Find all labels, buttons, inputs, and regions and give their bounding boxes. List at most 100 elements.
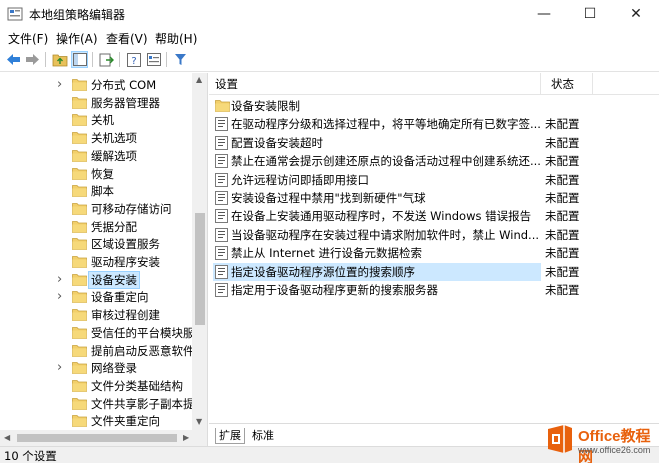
list-folder-row[interactable]: 设备安装限制 bbox=[213, 97, 653, 115]
tab-standard[interactable]: 标准 bbox=[249, 428, 277, 444]
minimize-button[interactable]: — bbox=[521, 0, 567, 28]
maximize-button[interactable]: ☐ bbox=[567, 0, 613, 28]
up-folder-icon[interactable] bbox=[51, 51, 68, 68]
policy-row[interactable]: 当设备驱动程序在安装过程中请求附加软件时，禁止 Wind... 未配置 bbox=[213, 226, 653, 244]
row-main-cell[interactable]: 设备安装限制 bbox=[213, 97, 541, 115]
policy-setting-icon bbox=[215, 191, 228, 205]
row-state: 未配置 bbox=[545, 264, 580, 279]
tree-vertical-scrollbar[interactable]: ▲ ▼ bbox=[192, 73, 207, 430]
row-label: 允许远程访问即插即用接口 bbox=[231, 172, 369, 187]
tree-item[interactable]: › 设备重定向 bbox=[0, 288, 192, 306]
row-label: 在设备上安装通用驱动程序时，不发送 Windows 错误报告 bbox=[231, 209, 532, 224]
menu-view[interactable]: 查看(V) bbox=[106, 30, 148, 47]
policy-row[interactable]: 配置设备安装超时 未配置 bbox=[213, 134, 653, 152]
policy-row[interactable]: 允许远程访问即插即用接口 未配置 bbox=[213, 171, 653, 189]
chevron-right-icon[interactable]: › bbox=[57, 361, 67, 374]
policy-row[interactable]: 安装设备过程中禁用"找到新硬件"气球 未配置 bbox=[213, 189, 653, 207]
scroll-right-icon[interactable]: ▶ bbox=[183, 433, 189, 442]
tree-item[interactable]: › 设备安装 bbox=[0, 270, 192, 289]
tree-item-label: 受信任的平台模块服务 bbox=[91, 325, 206, 340]
folder-icon bbox=[72, 113, 87, 127]
policy-row[interactable]: 指定设备驱动程序源位置的搜索顺序 未配置 bbox=[213, 262, 653, 281]
export-list-icon[interactable] bbox=[98, 51, 115, 68]
close-button[interactable]: ✕ bbox=[613, 0, 659, 28]
tree-item-label: 可移动存储访问 bbox=[91, 201, 172, 216]
scroll-up-icon[interactable]: ▲ bbox=[196, 75, 202, 84]
chevron-right-icon[interactable]: › bbox=[57, 78, 67, 91]
folder-icon bbox=[72, 167, 87, 180]
policy-row[interactable]: 在设备上安装通用驱动程序时，不发送 Windows 错误报告 未配置 bbox=[213, 207, 653, 225]
scroll-down-icon[interactable]: ▼ bbox=[196, 417, 202, 426]
tree-item[interactable]: 文件分类基础结构 bbox=[0, 377, 192, 395]
tree-item[interactable]: 脚本 bbox=[0, 182, 192, 200]
folder-icon bbox=[72, 202, 87, 215]
tree-item[interactable]: 缓解选项 bbox=[0, 147, 192, 165]
toolbar-separator bbox=[166, 52, 167, 67]
folder-icon bbox=[72, 184, 87, 198]
tree-item[interactable]: 驱动程序安装 bbox=[0, 253, 192, 271]
policy-row[interactable]: 在驱动程序分级和选择过程中，将平等地确定所有已数字签... 未配置 bbox=[213, 115, 653, 133]
row-main-cell[interactable]: 安装设备过程中禁用"找到新硬件"气球 bbox=[213, 189, 541, 207]
row-main-cell[interactable]: 禁止在通常会提示创建还原点的设备活动过程中创建系统还... bbox=[213, 152, 541, 170]
tab-extended[interactable]: 扩展 bbox=[215, 428, 245, 444]
tree-item-label: 关机选项 bbox=[91, 131, 137, 146]
tree-horizontal-scrollbar[interactable]: ◀ ▶ bbox=[0, 430, 208, 446]
filter-icon[interactable] bbox=[172, 51, 189, 68]
scroll-left-icon[interactable]: ◀ bbox=[4, 433, 10, 442]
tree-item[interactable]: 恢复 bbox=[0, 165, 192, 183]
show-hide-tree-icon[interactable] bbox=[71, 51, 88, 68]
tree-item[interactable]: 审核过程创建 bbox=[0, 306, 192, 324]
folder-icon bbox=[72, 149, 87, 162]
tree-item[interactable]: › 分布式 COM bbox=[0, 76, 192, 94]
tree-item[interactable]: 区域设置服务 bbox=[0, 235, 192, 253]
properties-icon[interactable] bbox=[145, 51, 162, 68]
policy-row[interactable]: 指定用于设备驱动程序更新的搜索服务器 未配置 bbox=[213, 281, 653, 299]
tree-item-label: 审核过程创建 bbox=[91, 308, 160, 323]
close-icon: ✕ bbox=[630, 6, 642, 22]
row-main-cell[interactable]: 在驱动程序分级和选择过程中，将平等地确定所有已数字签... bbox=[213, 115, 541, 133]
row-main-cell[interactable]: 在设备上安装通用驱动程序时，不发送 Windows 错误报告 bbox=[213, 207, 541, 225]
tree-item[interactable]: 可移动存储访问 bbox=[0, 200, 192, 218]
row-main-cell[interactable]: 指定用于设备驱动程序更新的搜索服务器 bbox=[213, 281, 541, 299]
policy-setting-icon bbox=[215, 117, 228, 132]
tree-scroll-thumb[interactable] bbox=[195, 213, 205, 325]
tree-item[interactable]: 受信任的平台模块服务 bbox=[0, 324, 206, 342]
folder-icon bbox=[215, 99, 230, 113]
row-main-cell[interactable]: 配置设备安装超时 bbox=[213, 134, 541, 152]
tree-item[interactable]: 服务器管理器 bbox=[0, 94, 192, 112]
row-main-cell[interactable]: 当设备驱动程序在安装过程中请求附加软件时，禁止 Wind... bbox=[213, 226, 541, 244]
row-main-cell[interactable]: 禁止从 Internet 进行设备元数据检索 bbox=[213, 244, 541, 262]
tree-item[interactable]: 文件共享影子副本提供 bbox=[0, 395, 206, 413]
row-main-cell[interactable]: 允许远程访问即插即用接口 bbox=[213, 171, 541, 189]
folder-icon bbox=[72, 220, 87, 233]
chevron-right-icon[interactable]: › bbox=[57, 290, 67, 303]
row-label: 指定用于设备驱动程序更新的搜索服务器 bbox=[231, 283, 438, 297]
tree-item[interactable]: 关机选项 bbox=[0, 129, 192, 147]
toolbar-separator bbox=[119, 52, 120, 67]
column-header-state[interactable]: 状态 bbox=[541, 73, 593, 95]
help-icon[interactable]: ? bbox=[125, 51, 142, 68]
policy-setting-icon bbox=[215, 209, 228, 224]
policy-row[interactable]: 禁止从 Internet 进行设备元数据检索 未配置 bbox=[213, 244, 653, 262]
folder-icon bbox=[72, 361, 87, 375]
menu-help[interactable]: 帮助(H) bbox=[155, 30, 197, 47]
tree-item-label: 文件夹重定向 bbox=[91, 414, 160, 429]
forward-icon[interactable] bbox=[24, 51, 41, 68]
tree-item[interactable]: › 网络登录 bbox=[0, 359, 192, 377]
back-icon[interactable] bbox=[5, 51, 22, 68]
column-header-setting[interactable]: 设置 bbox=[209, 73, 541, 95]
tree-item[interactable]: 文件夹重定向 bbox=[0, 412, 192, 430]
tree-item[interactable]: 凭据分配 bbox=[0, 218, 192, 236]
tree-item[interactable]: 提前启动反恶意软件 bbox=[0, 342, 195, 360]
tree-item-label: 凭据分配 bbox=[91, 219, 137, 234]
policy-row[interactable]: 禁止在通常会提示创建还原点的设备活动过程中创建系统还... 未配置 bbox=[213, 152, 653, 170]
folder-icon bbox=[72, 308, 87, 321]
row-main-cell[interactable]: 指定设备驱动程序源位置的搜索顺序 bbox=[213, 262, 541, 281]
policy-setting-icon bbox=[215, 246, 228, 261]
menu-file[interactable]: 文件(F) bbox=[8, 30, 48, 47]
menu-action[interactable]: 操作(A) bbox=[56, 30, 98, 47]
folder-icon bbox=[72, 131, 87, 144]
tree-hscroll-thumb[interactable] bbox=[17, 434, 177, 442]
chevron-right-icon[interactable]: › bbox=[57, 273, 67, 286]
tree-item[interactable]: 关机 bbox=[0, 111, 192, 129]
